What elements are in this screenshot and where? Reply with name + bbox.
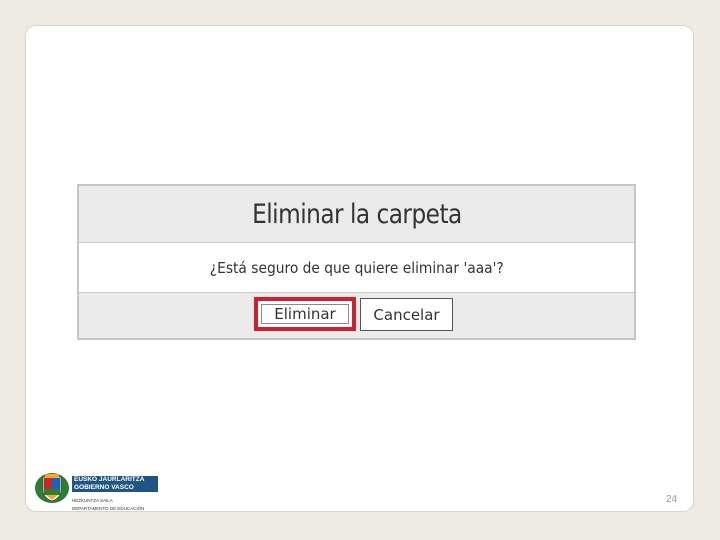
dialog-message: ¿Está seguro de que quiere eliminar 'aaa… [209, 258, 504, 277]
dialog-footer: Eliminar Cancelar [79, 293, 634, 338]
delete-folder-dialog: Eliminar la carpeta ¿Está seguro de que … [77, 184, 636, 340]
logo-sub-spanish: DEPARTAMENTO DE EDUCACIÓN [72, 506, 145, 511]
dialog-header: Eliminar la carpeta [79, 186, 634, 243]
logo-title-box: EUSKO JAURLARITZA GOBIERNO VASCO [72, 476, 158, 492]
delete-button-face[interactable]: Eliminar [261, 304, 349, 324]
logo-subtitle: HEZKUNTZA SAILA DEPARTAMENTO DE EDUCACIÓ… [72, 497, 144, 513]
cancel-button-label: Cancelar [373, 305, 440, 324]
cancel-button[interactable]: Cancelar [360, 298, 453, 331]
delete-button-label: Eliminar [274, 305, 336, 323]
logo-line-spanish: GOBIERNO VASCO [74, 483, 134, 491]
dialog-title: Eliminar la carpeta [251, 198, 462, 230]
logo-sub-basque: HEZKUNTZA SAILA [72, 498, 113, 503]
government-logo: EUSKO JAURLARITZA GOBIERNO VASCO HEZKUNT… [34, 471, 160, 513]
logo-line-basque: EUSKO JAURLARITZA [74, 476, 145, 483]
delete-button[interactable]: Eliminar [254, 297, 356, 331]
dialog-body: ¿Está seguro de que quiere eliminar 'aaa… [79, 243, 634, 293]
basque-government-crest-icon [35, 473, 69, 503]
page-number: 24 [666, 494, 678, 505]
